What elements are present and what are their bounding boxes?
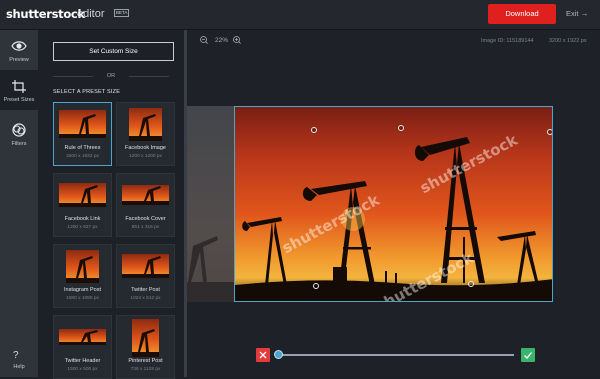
arrow-right-icon: →	[580, 9, 589, 18]
set-custom-size-button[interactable]: Set Custom Size	[53, 42, 174, 61]
rail-label-filters: Filters	[11, 141, 27, 147]
preset-thumbnail	[59, 183, 106, 207]
preset-thumbnail	[122, 185, 169, 205]
preset-panel: Set Custom Size OR SELECT A PRESET SIZE …	[38, 30, 184, 379]
watermark-logo-icon	[468, 281, 474, 287]
preset-card-facebook-link[interactable]: Facebook Link 1200 x 627 px	[53, 173, 112, 237]
help-icon[interactable]: ?	[13, 350, 19, 361]
preset-thumbnail	[132, 319, 159, 357]
crop-selection[interactable]: shutterstock shutterstock shutterstock	[234, 106, 553, 302]
preset-card-instagram-post[interactable]: Instagram Post 1080 x 1080 px	[53, 244, 112, 308]
image-preview[interactable]: shutterstock shutterstock shutterstock	[187, 106, 553, 302]
preset-size: 736 x 1128 px	[130, 367, 161, 372]
canvas-area: 22% Image ID: 115189144 3200 x 1922 px s…	[187, 30, 600, 377]
preset-name: Pinterest Post	[128, 358, 163, 364]
zoom-level: 22%	[215, 37, 229, 44]
watermark-logo-icon	[311, 127, 317, 133]
logo: shutterstock	[6, 7, 85, 21]
cropped-out-region	[187, 106, 234, 302]
preset-name: Twitter Post	[131, 287, 160, 293]
preset-size: 3200 x 1922 px	[66, 154, 99, 159]
preset-size: 1200 x 1200 px	[129, 154, 162, 159]
close-icon	[259, 351, 267, 359]
filters-icon	[12, 123, 26, 137]
preset-name: Twitter Header	[64, 358, 101, 364]
preset-name: Instagram Post	[64, 287, 101, 293]
preset-name: Facebook Link	[64, 216, 101, 222]
beta-badge: BETA	[114, 9, 130, 17]
confirm-button[interactable]	[521, 348, 535, 362]
watermark-logo-icon	[398, 125, 404, 131]
preset-thumbnail	[66, 250, 99, 283]
preset-card-pinterest-post[interactable]: Pinterest Post 736 x 1128 px	[116, 315, 175, 379]
rail-label-preview: Preview	[9, 57, 29, 63]
logo-subtitle: editor	[77, 8, 105, 20]
image-id: Image ID: 115189144	[481, 38, 534, 44]
eye-icon	[11, 41, 27, 51]
zoom-in-icon[interactable]	[233, 36, 241, 44]
preset-thumbnail	[59, 329, 106, 345]
preset-thumbnail	[59, 110, 106, 138]
preset-card-facebook-image[interactable]: Facebook Image 1200 x 1200 px	[116, 102, 175, 166]
rail-item-filters[interactable]: Filters	[0, 114, 38, 154]
rail-label-preset-sizes: Preset Sizes	[3, 97, 35, 103]
preset-size: 851 x 315 px	[131, 225, 160, 230]
crop-icon	[12, 80, 26, 93]
cancel-button[interactable]	[256, 348, 270, 362]
divider-line	[129, 76, 169, 77]
straighten-slider-thumb[interactable]	[274, 350, 283, 359]
straighten-slider-track[interactable]	[279, 354, 514, 356]
exit-button[interactable]: Exit →	[566, 9, 589, 18]
preset-size: 1500 x 500 px	[67, 367, 98, 372]
preset-thumbnail	[129, 108, 162, 141]
preset-size: 1080 x 1080 px	[66, 296, 99, 301]
preset-name: Rule of Threes	[64, 145, 101, 151]
download-button[interactable]: Download	[488, 4, 556, 24]
watermark-logo-icon	[547, 129, 552, 135]
preset-thumbnail	[122, 254, 169, 278]
preset-size: 1200 x 627 px	[67, 225, 98, 230]
preset-name: Facebook Image	[125, 145, 166, 151]
preset-card-facebook-cover[interactable]: Facebook Cover 851 x 315 px	[116, 173, 175, 237]
preset-card-rule-of-threes[interactable]: Rule of Threes 3200 x 1922 px	[53, 102, 112, 166]
rail-item-preview[interactable]: Preview	[0, 30, 38, 70]
tool-rail: Preview Preset Sizes Filters	[0, 30, 38, 377]
help-label[interactable]: Help	[0, 364, 38, 370]
top-bar: shutterstock editor BETA Download Exit →	[0, 0, 600, 30]
watermark-logo-icon	[313, 283, 319, 289]
rail-item-preset-sizes[interactable]: Preset Sizes	[0, 70, 38, 110]
preset-size: 1024 x 512 px	[130, 296, 161, 301]
preset-card-twitter-post[interactable]: Twitter Post 1024 x 512 px	[116, 244, 175, 308]
image-dimensions: 3200 x 1922 px	[549, 38, 587, 44]
zoom-out-icon[interactable]	[200, 36, 208, 44]
preset-heading: SELECT A PRESET SIZE	[53, 89, 121, 95]
exit-label: Exit	[566, 9, 579, 18]
preset-name: Facebook Cover	[125, 216, 166, 222]
preset-card-twitter-header[interactable]: Twitter Header 1500 x 500 px	[53, 315, 112, 379]
checkmark-icon	[524, 352, 533, 359]
